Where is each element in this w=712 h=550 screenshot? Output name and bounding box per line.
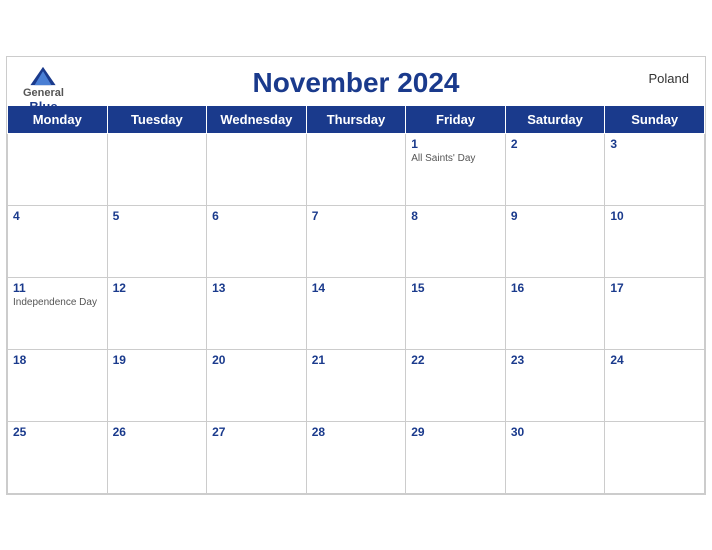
calendar-cell: 11 Independence Day xyxy=(8,277,108,349)
day-number: 11 xyxy=(13,281,102,295)
day-number: 21 xyxy=(312,353,401,367)
calendar-cell: 18 xyxy=(8,349,108,421)
calendar-cell: 1 All Saints' Day xyxy=(406,133,506,205)
calendar-cell: 16 xyxy=(505,277,605,349)
day-number: 5 xyxy=(113,209,202,223)
day-number: 13 xyxy=(212,281,301,295)
calendar-cell: 2 xyxy=(505,133,605,205)
calendar-cell: 8 xyxy=(406,205,506,277)
day-number: 16 xyxy=(511,281,600,295)
day-number: 9 xyxy=(511,209,600,223)
calendar-cell: 15 xyxy=(406,277,506,349)
day-number: 22 xyxy=(411,353,500,367)
calendar-cell: 21 xyxy=(306,349,406,421)
col-sunday: Sunday xyxy=(605,105,705,133)
day-number: 7 xyxy=(312,209,401,223)
col-thursday: Thursday xyxy=(306,105,406,133)
logo-icon xyxy=(29,65,57,87)
calendar-cell: 13 xyxy=(207,277,307,349)
calendar-cell: 7 xyxy=(306,205,406,277)
logo-blue-text: Blue xyxy=(29,99,57,114)
calendar-cell: 17 xyxy=(605,277,705,349)
calendar-cell: 27 xyxy=(207,421,307,493)
day-number: 4 xyxy=(13,209,102,223)
day-number: 26 xyxy=(113,425,202,439)
day-number: 23 xyxy=(511,353,600,367)
calendar-week-row: 25 26 27 28 29 30 xyxy=(8,421,705,493)
calendar-header: General Blue November 2024 Poland xyxy=(7,57,705,105)
logo: General Blue xyxy=(23,65,64,114)
calendar-cell: 6 xyxy=(207,205,307,277)
day-number: 6 xyxy=(212,209,301,223)
col-saturday: Saturday xyxy=(505,105,605,133)
calendar-cell: 30 xyxy=(505,421,605,493)
calendar-cell: 26 xyxy=(107,421,207,493)
calendar-cell: 9 xyxy=(505,205,605,277)
calendar-cell: 14 xyxy=(306,277,406,349)
day-event: All Saints' Day xyxy=(411,153,500,164)
calendar-cell: 29 xyxy=(406,421,506,493)
calendar-cell: 22 xyxy=(406,349,506,421)
calendar-cell xyxy=(207,133,307,205)
day-number: 30 xyxy=(511,425,600,439)
col-wednesday: Wednesday xyxy=(207,105,307,133)
calendar-cell: 25 xyxy=(8,421,108,493)
day-number: 29 xyxy=(411,425,500,439)
calendar-header-row: Monday Tuesday Wednesday Thursday Friday… xyxy=(8,105,705,133)
calendar-cell: 12 xyxy=(107,277,207,349)
day-number: 1 xyxy=(411,137,500,151)
calendar-cell xyxy=(605,421,705,493)
month-title: November 2024 xyxy=(252,67,459,99)
calendar-cell xyxy=(107,133,207,205)
calendar-cell: 23 xyxy=(505,349,605,421)
calendar-week-row: 11 Independence Day 12 13 14 15 16 17 xyxy=(8,277,705,349)
calendar-week-row: 1 All Saints' Day 23 xyxy=(8,133,705,205)
day-number: 24 xyxy=(610,353,699,367)
country-label: Poland xyxy=(649,71,689,86)
calendar-body: 1 All Saints' Day 23 456789 10 11 Independence… xyxy=(8,133,705,493)
day-number: 17 xyxy=(610,281,699,295)
day-number: 15 xyxy=(411,281,500,295)
calendar-week-row: 18 19 20 21 22 23 24 xyxy=(8,349,705,421)
day-number: 14 xyxy=(312,281,401,295)
day-number: 27 xyxy=(212,425,301,439)
day-number: 10 xyxy=(610,209,699,223)
calendar-cell: 5 xyxy=(107,205,207,277)
calendar-cell xyxy=(8,133,108,205)
calendar-cell xyxy=(306,133,406,205)
day-number: 12 xyxy=(113,281,202,295)
calendar-week-row: 456789 10 xyxy=(8,205,705,277)
calendar-cell: 28 xyxy=(306,421,406,493)
logo-general-text: General xyxy=(23,87,64,99)
day-number: 25 xyxy=(13,425,102,439)
day-number: 3 xyxy=(610,137,699,151)
day-number: 19 xyxy=(113,353,202,367)
day-number: 20 xyxy=(212,353,301,367)
calendar-table: Monday Tuesday Wednesday Thursday Friday… xyxy=(7,105,705,494)
col-tuesday: Tuesday xyxy=(107,105,207,133)
calendar-cell: 4 xyxy=(8,205,108,277)
day-number: 2 xyxy=(511,137,600,151)
day-number: 18 xyxy=(13,353,102,367)
calendar-cell: 10 xyxy=(605,205,705,277)
calendar-cell: 19 xyxy=(107,349,207,421)
calendar-cell: 20 xyxy=(207,349,307,421)
day-number: 8 xyxy=(411,209,500,223)
day-number: 28 xyxy=(312,425,401,439)
col-friday: Friday xyxy=(406,105,506,133)
days-of-week-row: Monday Tuesday Wednesday Thursday Friday… xyxy=(8,105,705,133)
calendar-container: General Blue November 2024 Poland Monday… xyxy=(6,56,706,495)
calendar-cell: 24 xyxy=(605,349,705,421)
day-event: Independence Day xyxy=(13,297,102,308)
calendar-cell: 3 xyxy=(605,133,705,205)
